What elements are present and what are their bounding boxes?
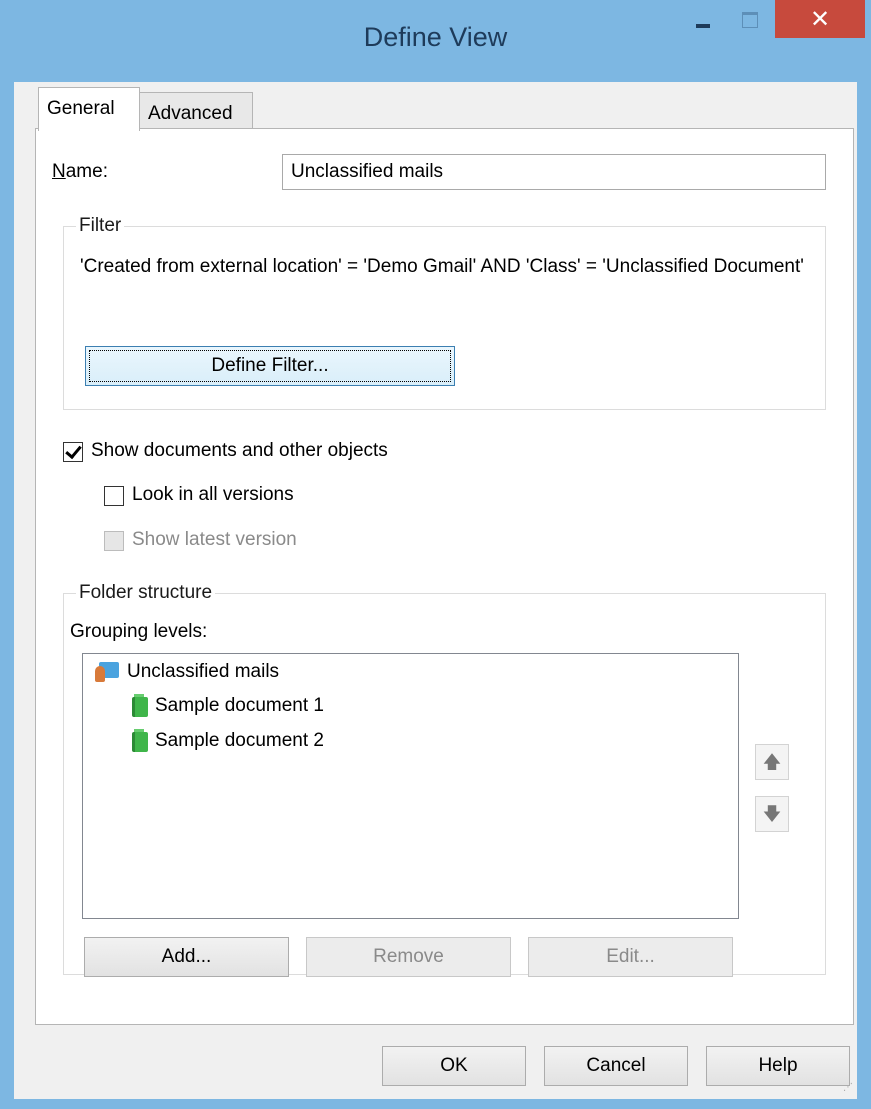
tree-item-root[interactable]: Unclassified mails: [95, 660, 279, 684]
move-down-button[interactable]: 🡇: [755, 796, 789, 832]
add-button[interactable]: Add...: [84, 937, 289, 977]
show-latest-version-label[interactable]: Show latest version: [132, 529, 297, 551]
move-up-button[interactable]: 🡅: [755, 744, 789, 780]
define-filter-button[interactable]: Define Filter...: [85, 346, 455, 386]
grouping-levels-tree[interactable]: Unclassified mails Sample document 1 Sam…: [82, 653, 739, 919]
minimize-icon: [696, 24, 710, 28]
help-button[interactable]: Help: [706, 1046, 850, 1086]
arrow-down-icon: 🡇: [762, 804, 782, 824]
cancel-button[interactable]: Cancel: [544, 1046, 688, 1086]
tree-item-label: Sample document 1: [155, 695, 324, 716]
document-icon: [129, 694, 149, 718]
tree-item-document[interactable]: Sample document 1: [129, 694, 324, 718]
focus-rectangle: [89, 350, 451, 382]
tree-item-label: Sample document 2: [155, 730, 324, 751]
filter-group: Filter 'Created from external location' …: [63, 215, 826, 410]
tree-item-document[interactable]: Sample document 2: [129, 729, 324, 753]
resize-grip-icon[interactable]: ⋰: [843, 1083, 855, 1097]
folder-structure-legend: Folder structure: [76, 582, 216, 604]
maximize-icon: [742, 12, 758, 28]
grouping-levels-label: Grouping levels:: [70, 621, 208, 642]
title-bar[interactable]: Define View ✕: [0, 0, 871, 82]
name-input[interactable]: [282, 154, 826, 190]
arrow-up-icon: 🡅: [762, 752, 782, 772]
show-documents-checkbox[interactable]: [63, 442, 83, 462]
edit-button[interactable]: Edit...: [528, 937, 733, 977]
remove-button[interactable]: Remove: [306, 937, 511, 977]
minimize-button[interactable]: [680, 0, 724, 38]
view-folder-icon: [95, 660, 121, 684]
show-latest-version-checkbox[interactable]: [104, 531, 124, 551]
maximize-button[interactable]: [726, 0, 774, 38]
close-button[interactable]: ✕: [775, 0, 865, 38]
dialog-client-area: General Advanced Name: Filter 'Created f…: [14, 82, 857, 1099]
ok-button[interactable]: OK: [382, 1046, 526, 1086]
look-in-all-versions-label[interactable]: Look in all versions: [132, 484, 294, 506]
name-label: Name:: [52, 161, 108, 182]
define-view-dialog: Define View ✕ General Advanced Name: Fil…: [0, 0, 871, 1109]
folder-structure-group: Folder structure Grouping levels: Unclas…: [63, 582, 826, 977]
document-icon: [129, 729, 149, 753]
filter-expression: 'Created from external location' = 'Demo…: [80, 256, 804, 277]
general-tab-panel: Name: Filter 'Created from external loca…: [35, 128, 854, 1025]
filter-legend: Filter: [76, 215, 125, 237]
look-in-all-versions-checkbox[interactable]: [104, 486, 124, 506]
close-icon: ✕: [809, 6, 831, 33]
tab-general[interactable]: General: [38, 87, 140, 131]
show-documents-label[interactable]: Show documents and other objects: [91, 440, 388, 462]
tree-item-label: Unclassified mails: [127, 661, 280, 682]
tab-advanced[interactable]: Advanced: [139, 92, 253, 132]
